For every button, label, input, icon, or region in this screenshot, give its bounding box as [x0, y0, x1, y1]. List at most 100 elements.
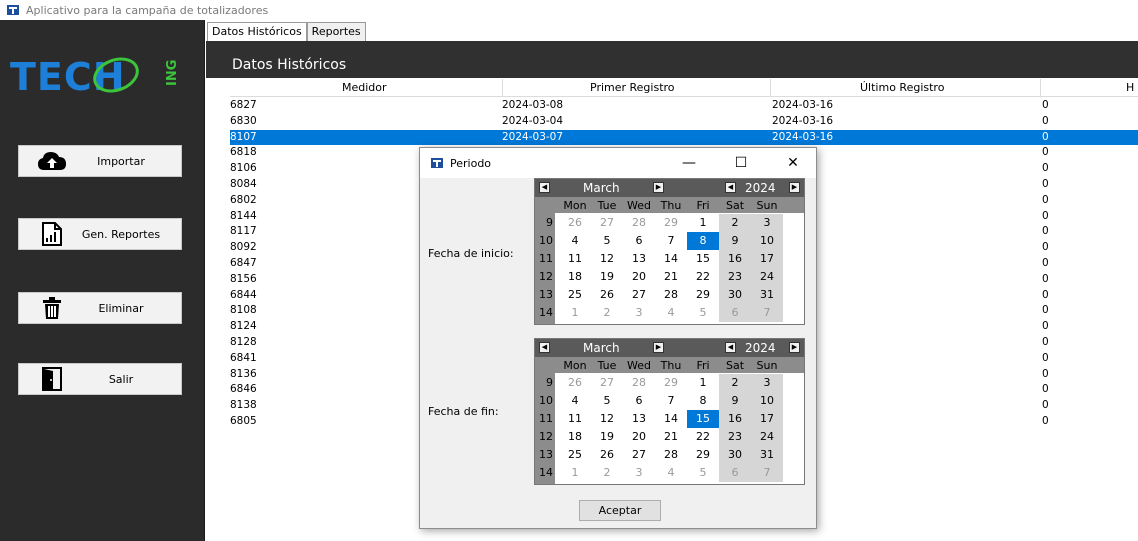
calendar-day[interactable]: 31	[751, 286, 783, 304]
calendar-day[interactable]: 3	[623, 304, 655, 322]
calendar-day[interactable]: 11	[559, 410, 591, 428]
prev-month-arrow-icon[interactable]: ◀	[539, 182, 550, 193]
next-year-arrow-icon[interactable]: ▶	[789, 182, 800, 193]
calendar-day[interactable]: 29	[655, 374, 687, 392]
calendar-day[interactable]: 22	[687, 268, 719, 286]
calendar-day[interactable]: 20	[623, 268, 655, 286]
year-label[interactable]: 2024	[745, 181, 776, 195]
import-button[interactable]: Importar	[18, 145, 182, 177]
calendar-day[interactable]: 5	[591, 232, 623, 250]
calendar-day[interactable]: 30	[719, 446, 751, 464]
calendar-day[interactable]: 18	[559, 428, 591, 446]
calendar-day[interactable]: 2	[591, 464, 623, 482]
calendar-day[interactable]: 22	[687, 428, 719, 446]
delete-button[interactable]: Eliminar	[18, 292, 182, 324]
calendar-day[interactable]: 24	[751, 428, 783, 446]
calendar-day[interactable]: 19	[591, 428, 623, 446]
calendar-day[interactable]: 10	[751, 232, 783, 250]
calendar-day[interactable]: 3	[751, 374, 783, 392]
calendar-day[interactable]: 27	[623, 286, 655, 304]
calendar-day[interactable]: 29	[655, 214, 687, 232]
calendar-day[interactable]: 28	[623, 214, 655, 232]
calendar-day[interactable]: 27	[623, 446, 655, 464]
calendar-day[interactable]: 21	[655, 268, 687, 286]
column-header-h[interactable]: H	[1126, 81, 1134, 94]
calendar-day[interactable]: 2	[719, 214, 751, 232]
calendar-day[interactable]: 7	[655, 392, 687, 410]
calendar-day[interactable]: 13	[623, 250, 655, 268]
month-label[interactable]: March	[583, 181, 620, 195]
column-separator[interactable]	[502, 79, 503, 97]
calendar-day[interactable]: 15	[687, 410, 719, 428]
calendar-day[interactable]: 9	[719, 392, 751, 410]
calendar-day[interactable]: 12	[591, 250, 623, 268]
calendar-day[interactable]: 3	[751, 214, 783, 232]
calendar-day[interactable]: 3	[623, 464, 655, 482]
calendar-day[interactable]: 15	[687, 250, 719, 268]
calendar-day[interactable]: 23	[719, 428, 751, 446]
next-month-arrow-icon[interactable]: ▶	[653, 182, 664, 193]
column-separator[interactable]	[1040, 79, 1041, 97]
exit-button[interactable]: Salir	[18, 363, 182, 395]
calendar-day[interactable]: 21	[655, 428, 687, 446]
next-year-arrow-icon[interactable]: ▶	[789, 342, 800, 353]
calendar-day[interactable]: 24	[751, 268, 783, 286]
calendar-day[interactable]: 19	[591, 268, 623, 286]
calendar-day[interactable]: 30	[719, 286, 751, 304]
calendar-day[interactable]: 6	[719, 304, 751, 322]
tab-datos-historicos[interactable]: Datos Históricos	[207, 22, 307, 41]
calendar-day[interactable]: 16	[719, 250, 751, 268]
table-row[interactable]: 8107 2024-03-07 2024-03-16 0	[230, 129, 1138, 146]
calendar-day[interactable]: 2	[591, 304, 623, 322]
accept-button[interactable]: Aceptar	[579, 500, 661, 521]
calendar-day[interactable]: 16	[719, 410, 751, 428]
calendar-day[interactable]: 4	[559, 232, 591, 250]
column-header-ultimo-registro[interactable]: Último Registro	[860, 81, 944, 94]
calendar-day[interactable]: 8	[687, 392, 719, 410]
calendar-day[interactable]: 26	[591, 446, 623, 464]
end-date-calendar[interactable]: ◀ March ▶ ◀ 2024 ▶ Mon Tue Wed Thu Fri Sat Sun 9 26 27 2…	[534, 338, 805, 485]
calendar-day[interactable]: 27	[591, 374, 623, 392]
calendar-day[interactable]: 9	[719, 232, 751, 250]
calendar-day[interactable]: 28	[623, 374, 655, 392]
maximize-button[interactable]: ☐	[718, 148, 764, 178]
calendar-day[interactable]: 25	[559, 286, 591, 304]
calendar-day[interactable]: 6	[719, 464, 751, 482]
tab-reportes[interactable]: Reportes	[306, 22, 366, 41]
calendar-day[interactable]: 7	[751, 304, 783, 322]
next-month-arrow-icon[interactable]: ▶	[653, 342, 664, 353]
table-row[interactable]: 6827 2024-03-08 2024-03-16 0	[230, 98, 1138, 114]
column-header-primer-registro[interactable]: Primer Registro	[590, 81, 675, 94]
calendar-day[interactable]: 13	[623, 410, 655, 428]
calendar-day[interactable]: 4	[655, 304, 687, 322]
calendar-day[interactable]: 17	[751, 410, 783, 428]
calendar-day[interactable]: 1	[687, 374, 719, 392]
calendar-day[interactable]: 2	[719, 374, 751, 392]
calendar-day[interactable]: 25	[559, 446, 591, 464]
column-header-medidor[interactable]: Medidor	[342, 81, 387, 94]
prev-year-arrow-icon[interactable]: ◀	[725, 182, 736, 193]
calendar-day[interactable]: 6	[623, 232, 655, 250]
calendar-day[interactable]: 18	[559, 268, 591, 286]
gen-reports-button[interactable]: Gen. Reportes	[18, 218, 182, 250]
calendar-day[interactable]: 5	[591, 392, 623, 410]
dialog-titlebar[interactable]: Periodo — ☐ ✕	[420, 148, 816, 178]
calendar-day[interactable]: 14	[655, 250, 687, 268]
calendar-day[interactable]: 11	[559, 250, 591, 268]
minimize-button[interactable]: —	[666, 148, 712, 178]
calendar-day[interactable]: 8	[687, 232, 719, 250]
calendar-day[interactable]: 29	[687, 286, 719, 304]
calendar-day[interactable]: 7	[751, 464, 783, 482]
calendar-day[interactable]: 5	[687, 304, 719, 322]
calendar-day[interactable]: 28	[655, 446, 687, 464]
calendar-day[interactable]: 1	[687, 214, 719, 232]
calendar-day[interactable]: 20	[623, 428, 655, 446]
prev-year-arrow-icon[interactable]: ◀	[725, 342, 736, 353]
calendar-day[interactable]: 28	[655, 286, 687, 304]
calendar-day[interactable]: 26	[559, 374, 591, 392]
calendar-day[interactable]: 12	[591, 410, 623, 428]
calendar-day[interactable]: 4	[655, 464, 687, 482]
calendar-day[interactable]: 10	[751, 392, 783, 410]
close-button[interactable]: ✕	[770, 148, 816, 178]
calendar-day[interactable]: 1	[559, 464, 591, 482]
